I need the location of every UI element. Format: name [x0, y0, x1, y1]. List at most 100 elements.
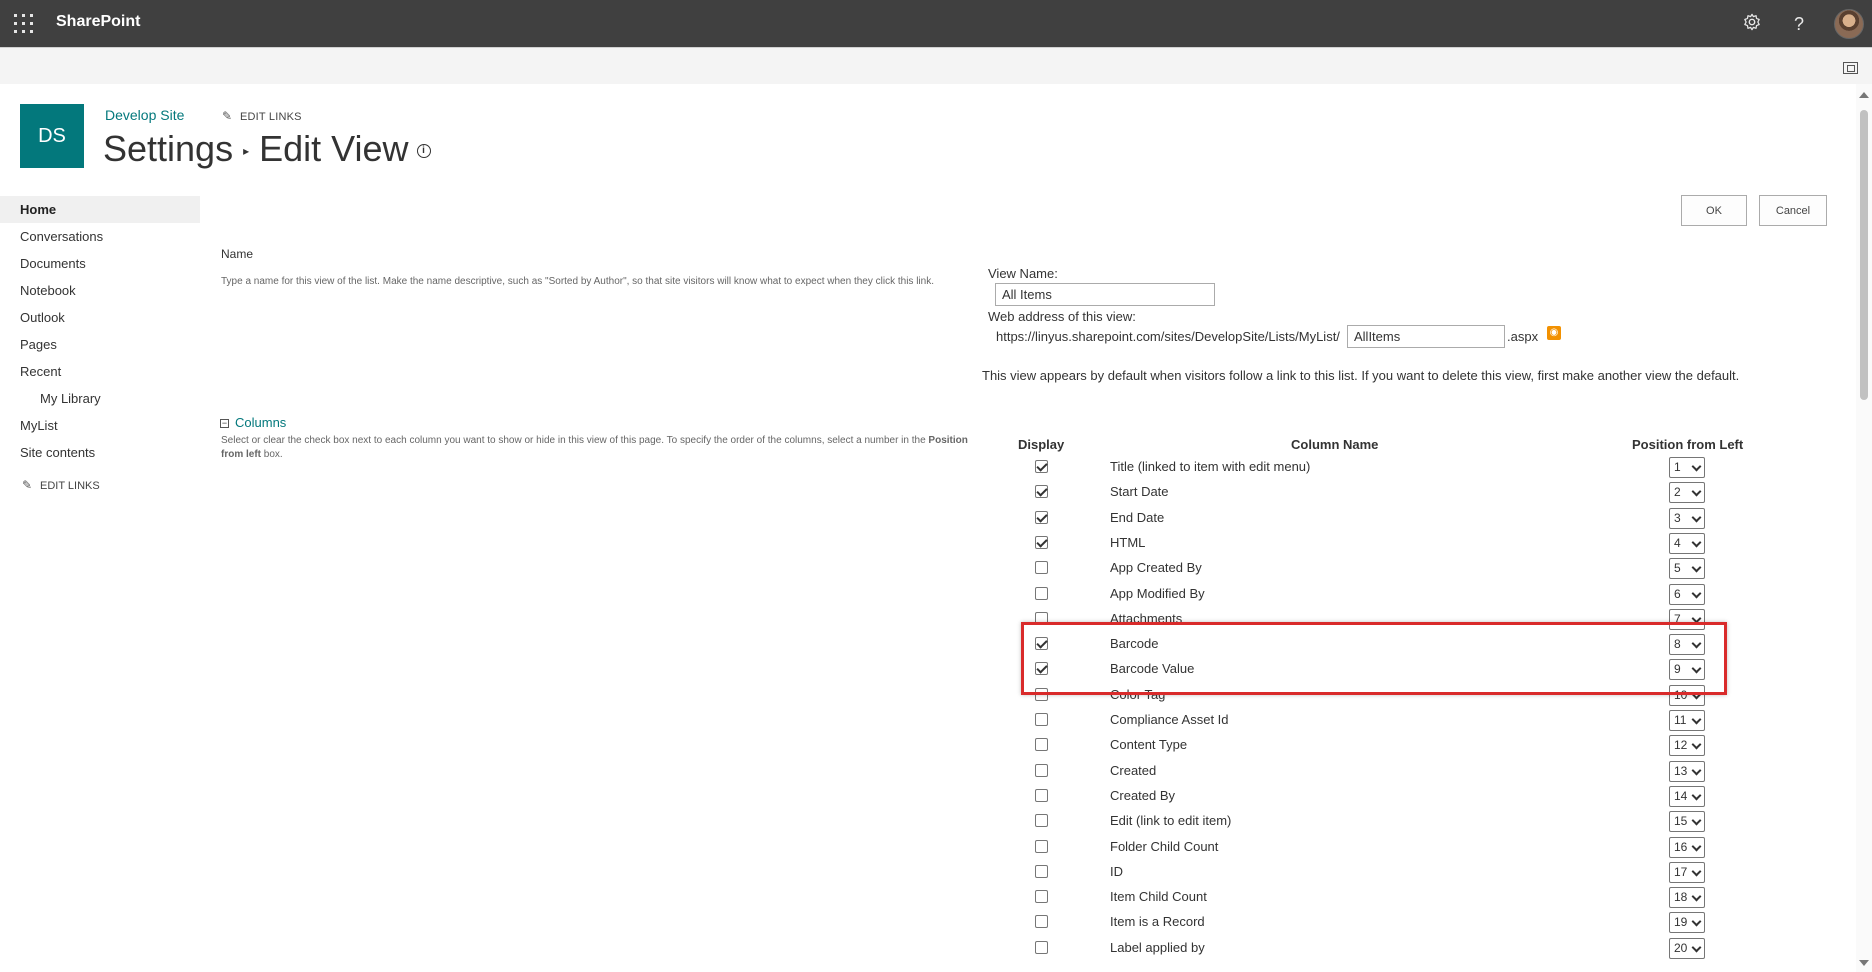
edit-links-nav-label: EDIT LINKS: [40, 480, 100, 492]
position-select[interactable]: 12: [1669, 735, 1705, 756]
column-name: Created: [1110, 763, 1157, 778]
position-select[interactable]: 14: [1669, 786, 1705, 807]
columns-description-text: Select or clear the check box next to ea…: [221, 435, 926, 446]
scroll-up-icon[interactable]: [1859, 92, 1869, 98]
nav-item-site-contents[interactable]: Site contents: [0, 439, 200, 466]
position-select[interactable]: 2: [1669, 482, 1705, 503]
table-row: Created By 14: [1000, 785, 1720, 810]
nav-item-outlook[interactable]: Outlook: [0, 304, 200, 331]
url-prefix: https://linyus.sharepoint.com/sites/Deve…: [996, 329, 1340, 344]
column-name: Item Child Count: [1110, 889, 1207, 904]
table-row: Content Type 12: [1000, 734, 1720, 759]
default-view-note: This view appears by default when visito…: [982, 368, 1740, 383]
position-select[interactable]: 16: [1669, 837, 1705, 858]
display-checkbox[interactable]: [1035, 764, 1048, 777]
url-page-input[interactable]: [1347, 325, 1505, 348]
brand-name[interactable]: SharePoint: [56, 13, 140, 31]
table-row: HTML 4: [1000, 532, 1720, 557]
display-checkbox[interactable]: [1035, 485, 1048, 498]
edit-links-header[interactable]: ✎ EDIT LINKS: [222, 109, 302, 123]
column-name: Label applied by: [1110, 940, 1205, 955]
display-checkbox[interactable]: [1035, 890, 1048, 903]
table-row: App Created By 5: [1000, 557, 1720, 582]
site-title-link[interactable]: Develop Site: [105, 107, 184, 123]
position-select[interactable]: 3: [1669, 508, 1705, 529]
column-name: End Date: [1110, 510, 1165, 525]
position-select[interactable]: 11: [1669, 710, 1705, 731]
table-row: Label applied by 20: [1000, 937, 1720, 962]
display-checkbox[interactable]: [1035, 865, 1048, 878]
edit-links-nav[interactable]: ✎ EDIT LINKS: [0, 478, 200, 492]
nav-item-notebook[interactable]: Notebook: [0, 277, 200, 304]
ok-button[interactable]: OK: [1681, 195, 1747, 226]
display-checkbox[interactable]: [1035, 814, 1048, 827]
header-column-name: Column Name: [1291, 437, 1379, 452]
position-select[interactable]: 20: [1669, 938, 1705, 959]
scroll-down-icon[interactable]: [1859, 960, 1869, 966]
breadcrumb-settings[interactable]: Settings: [103, 128, 233, 169]
url-suffix: .aspx: [1507, 329, 1539, 344]
cancel-button[interactable]: Cancel: [1759, 195, 1827, 226]
display-checkbox[interactable]: [1035, 460, 1048, 473]
display-checkbox[interactable]: [1035, 713, 1048, 726]
site-logo[interactable]: DS: [20, 104, 84, 168]
nav-item-documents[interactable]: Documents: [0, 250, 200, 277]
name-section-description: Type a name for this view of the list. M…: [221, 276, 934, 287]
collapse-icon: −: [220, 418, 229, 429]
display-checkbox[interactable]: [1035, 915, 1048, 928]
avatar[interactable]: [1834, 9, 1864, 39]
columns-description-tail: box.: [263, 449, 283, 460]
table-row: Edit (link to edit item) 15: [1000, 810, 1720, 835]
web-address-label: Web address of this view:: [988, 309, 1136, 324]
breadcrumb-arrow-icon: ▸: [243, 144, 250, 159]
position-select[interactable]: 18: [1669, 887, 1705, 908]
display-checkbox[interactable]: [1035, 511, 1048, 524]
column-name: Content Type: [1110, 737, 1188, 752]
table-row: Start Date 2: [1000, 481, 1720, 506]
display-checkbox[interactable]: [1035, 587, 1048, 600]
table-row: Item Child Count 18: [1000, 886, 1720, 911]
help-icon[interactable]: ?: [1788, 13, 1810, 35]
position-select[interactable]: 15: [1669, 811, 1705, 832]
columns-section-toggle[interactable]: − Columns: [220, 415, 286, 430]
column-name: Created By: [1110, 788, 1176, 803]
display-checkbox[interactable]: [1035, 840, 1048, 853]
nav-item-home[interactable]: Home: [0, 196, 200, 223]
position-select[interactable]: 5: [1669, 558, 1705, 579]
gear-icon[interactable]: [1741, 13, 1763, 35]
breadcrumb-current: Edit View: [259, 128, 409, 169]
nav-item-conversations[interactable]: Conversations: [0, 223, 200, 250]
info-icon[interactable]: i: [416, 144, 431, 159]
position-select[interactable]: 1: [1669, 457, 1705, 478]
column-name: Start Date: [1110, 484, 1169, 499]
position-select[interactable]: 19: [1669, 912, 1705, 933]
column-name: Title (linked to item with edit menu): [1110, 459, 1311, 474]
nav-item-recent[interactable]: Recent: [0, 358, 200, 385]
nav-item-pages[interactable]: Pages: [0, 331, 200, 358]
column-name: Compliance Asset Id: [1110, 712, 1229, 727]
rss-feed-icon[interactable]: ◉: [1547, 326, 1561, 340]
position-select[interactable]: 17: [1669, 862, 1705, 883]
display-checkbox[interactable]: [1035, 561, 1048, 574]
nav-item-mylist[interactable]: MyList: [0, 412, 200, 439]
table-row: App Modified By 6: [1000, 583, 1720, 608]
position-select[interactable]: 13: [1669, 761, 1705, 782]
position-select[interactable]: 4: [1669, 533, 1705, 554]
position-select[interactable]: 6: [1669, 584, 1705, 605]
app-launcher-icon[interactable]: [14, 14, 33, 33]
header-display: Display: [1018, 437, 1065, 452]
column-name: HTML: [1110, 535, 1146, 550]
display-checkbox[interactable]: [1035, 536, 1048, 549]
table-row: Compliance Asset Id 11: [1000, 709, 1720, 734]
table-row: Title (linked to item with edit menu) 1: [1000, 456, 1720, 481]
nav-item-my-library[interactable]: My Library: [0, 385, 200, 412]
display-checkbox[interactable]: [1035, 789, 1048, 802]
display-checkbox[interactable]: [1035, 941, 1048, 954]
display-checkbox[interactable]: [1035, 738, 1048, 751]
vertical-scrollbar[interactable]: [1856, 84, 1872, 972]
scrollbar-thumb[interactable]: [1860, 110, 1868, 400]
table-row: End Date 3: [1000, 507, 1720, 532]
view-name-input[interactable]: [995, 283, 1215, 306]
name-section-heading: Name: [221, 247, 254, 261]
focus-mode-icon[interactable]: [1843, 62, 1858, 74]
